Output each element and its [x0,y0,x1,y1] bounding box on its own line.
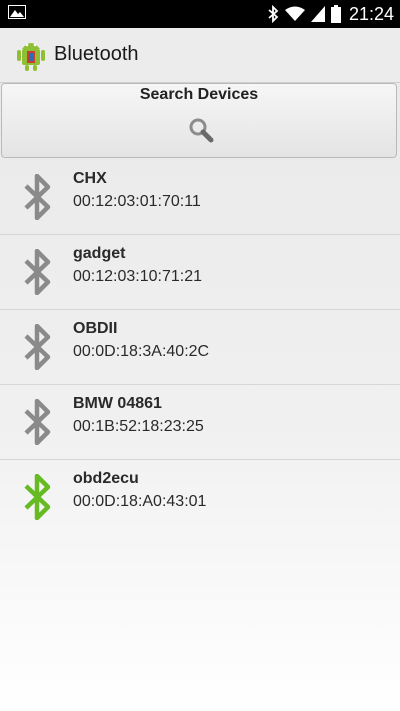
app-title: Bluetooth [54,43,139,65]
action-bar: Bluetooth [0,28,400,83]
device-item-chx[interactable]: CHX 00:12:03:01:70:11 [0,160,400,235]
status-time: 21:24 [348,3,394,24]
device-address: 00:1B:52:18:23:25 [73,418,204,435]
device-item-obdii[interactable]: OBDII 00:0D:18:3A:40:2C [0,310,400,385]
device-list: CHX 00:12:03:01:70:11 gadget 00:12:03:10… [0,160,400,534]
bluetooth-icon [24,324,51,370]
bluetooth-icon [24,249,51,295]
device-name: BMW 04861 [73,395,162,412]
device-name: OBDII [73,320,118,337]
wifi-icon [284,6,305,21]
device-item-obd2ecu[interactable]: obd2ecu 00:0D:18:A0:43:01 [0,460,400,534]
search-icon [189,118,214,143]
device-address: 00:0D:18:A0:43:01 [73,493,207,510]
device-address: 00:0D:18:3A:40:2C [73,343,210,360]
device-address: 00:12:03:01:70:11 [73,193,201,210]
search-devices-button[interactable]: Search Devices [1,83,397,158]
bluetooth-icon [24,174,51,220]
status-bar: 21:24 [0,0,400,28]
device-name: obd2ecu [73,470,139,487]
battery-icon [330,5,341,23]
status-icons: 21:24 [267,0,394,28]
device-item-bmw-04861[interactable]: BMW 04861 00:1B:52:18:23:25 [0,385,400,460]
bluetooth-icon [24,399,51,445]
device-name: gadget [73,245,126,262]
search-devices-label: Search Devices [139,86,259,103]
device-name: CHX [73,170,107,187]
device-item-gadget[interactable]: gadget 00:12:03:10:71:21 [0,235,400,310]
android-icon[interactable] [16,39,46,71]
bluetooth-icon [268,5,279,23]
signal-icon [310,6,325,22]
image-notification-icon [8,5,26,19]
device-address: 00:12:03:10:71:21 [73,268,203,285]
bluetooth-connected-icon [24,474,51,520]
